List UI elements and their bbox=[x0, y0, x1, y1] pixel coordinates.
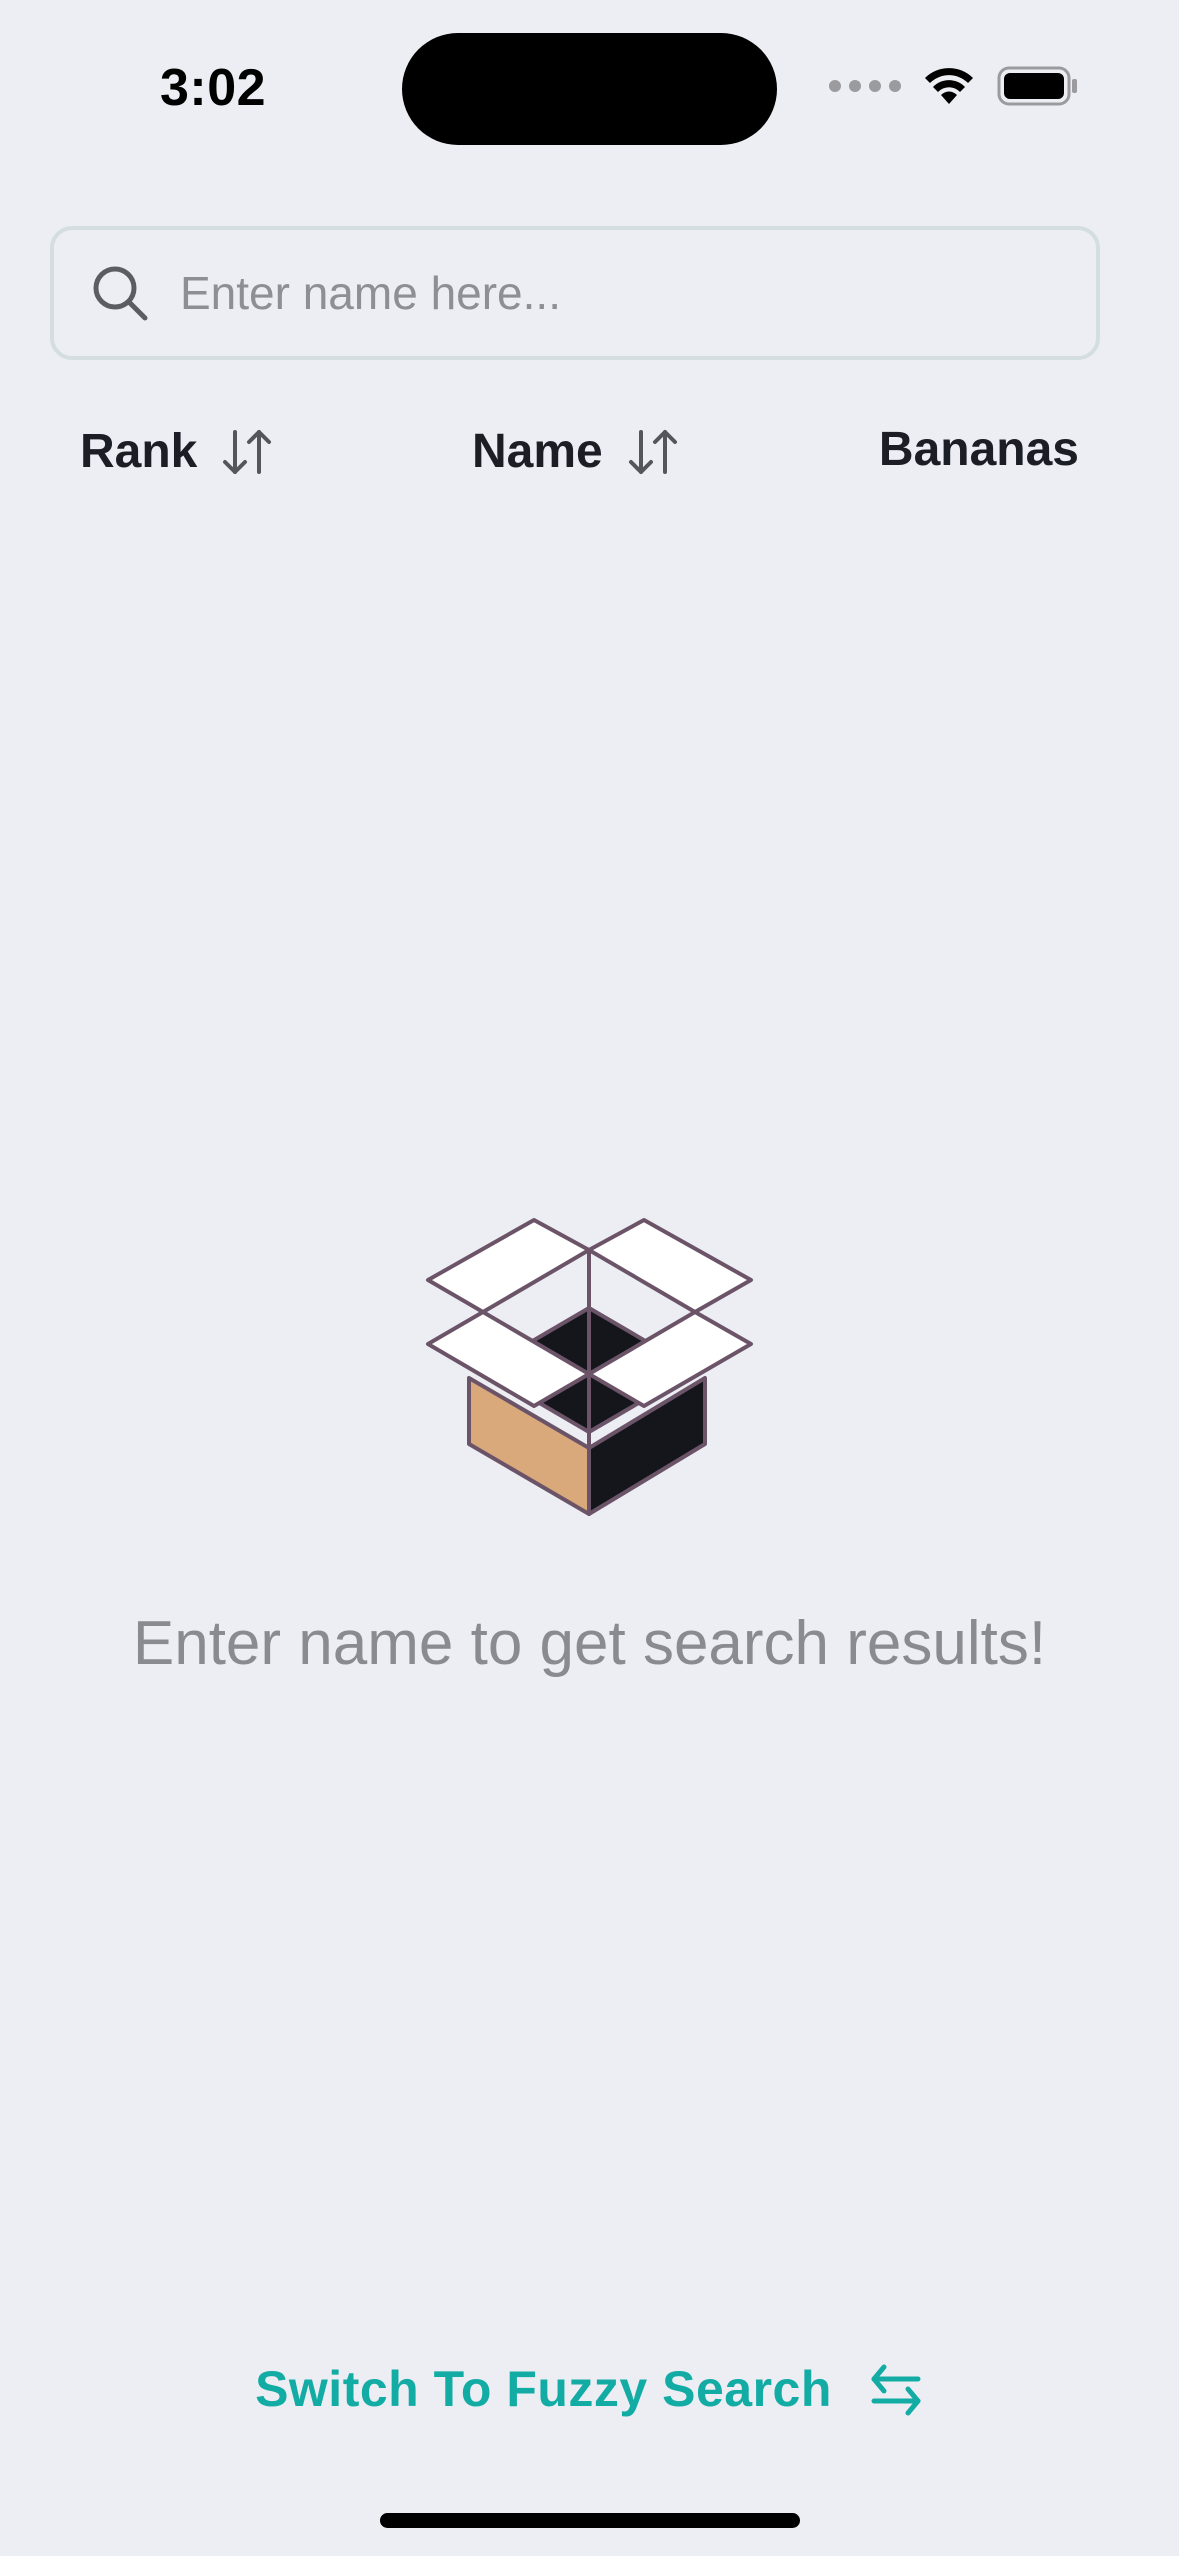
column-header-rank[interactable]: Rank bbox=[80, 424, 273, 479]
battery-icon bbox=[997, 66, 1079, 106]
screen: 3:02 Rank bbox=[0, 0, 1179, 2556]
cellular-signal-icon bbox=[829, 80, 901, 92]
dynamic-island bbox=[402, 33, 777, 145]
empty-state-message: Enter name to get search results! bbox=[132, 1609, 1047, 1678]
column-header-bananas-label: Bananas bbox=[878, 423, 1079, 476]
search-input[interactable] bbox=[180, 266, 1096, 320]
switch-search-mode-label: Switch To Fuzzy Search bbox=[255, 2361, 832, 2417]
column-header-rank-label: Rank bbox=[80, 425, 198, 478]
switch-search-mode-button[interactable]: Switch To Fuzzy Search bbox=[0, 2360, 1179, 2418]
search-icon bbox=[93, 266, 148, 321]
sort-icon bbox=[628, 429, 677, 474]
status-indicators bbox=[829, 66, 1079, 106]
open-box-icon bbox=[426, 1218, 753, 1516]
status-time: 3:02 bbox=[160, 59, 267, 117]
home-indicator[interactable] bbox=[380, 2513, 800, 2528]
column-header-bananas: Bananas bbox=[879, 422, 1079, 477]
sort-icon bbox=[223, 429, 272, 474]
column-header-name-label: Name bbox=[472, 425, 603, 478]
search-bar[interactable] bbox=[50, 226, 1100, 360]
wifi-icon bbox=[923, 66, 975, 106]
column-header-name[interactable]: Name bbox=[472, 424, 679, 479]
swap-arrows-icon bbox=[871, 2364, 921, 2416]
